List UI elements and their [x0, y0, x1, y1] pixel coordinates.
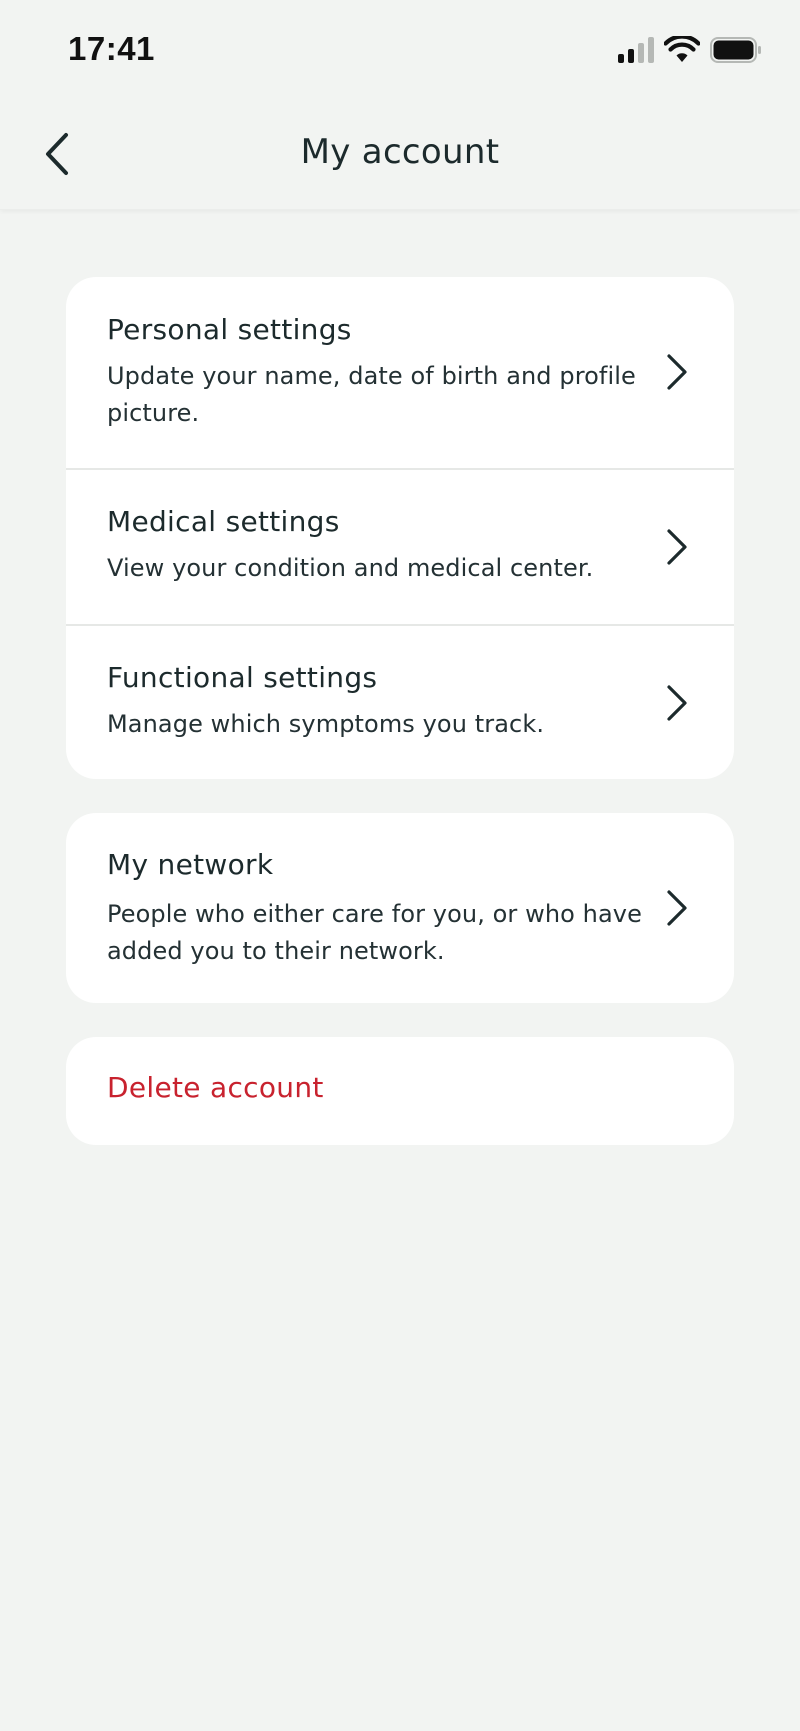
cellular-signal-icon: [618, 37, 654, 63]
chevron-right-icon: [667, 529, 687, 565]
status-icons: [618, 36, 762, 64]
row-description: View your condition and medical center.: [107, 554, 594, 582]
chevron-right-icon: [667, 354, 687, 390]
settings-card: Personal settings Update your name, date…: [66, 277, 734, 779]
row-title: Functional settings: [107, 661, 378, 694]
page-title: My account: [300, 132, 500, 172]
battery-icon: [710, 37, 761, 63]
row-title: Medical settings: [107, 505, 340, 538]
chevron-right-icon: [667, 890, 687, 926]
row-title: Personal settings: [107, 313, 352, 346]
delete-account-button[interactable]: Delete account: [107, 1071, 324, 1104]
wifi-icon: [664, 36, 700, 62]
personal-settings-row[interactable]: Personal settings Update your name, date…: [66, 277, 734, 468]
delete-account-card: Delete account: [66, 1037, 734, 1145]
row-title: My network: [107, 848, 274, 881]
functional-settings-row[interactable]: Functional settings Manage which symptom…: [66, 624, 734, 779]
my-account-screen: 17:41 My account Personal settings Updat…: [0, 0, 800, 1731]
medical-settings-row[interactable]: Medical settings View your condition and…: [66, 468, 734, 624]
status-bar: 17:41: [0, 0, 800, 100]
my-network-row[interactable]: My network People who either care for yo…: [66, 813, 734, 1003]
network-card: My network People who either care for yo…: [66, 813, 734, 1003]
row-description: Update your name, date of birth and prof…: [107, 362, 636, 427]
row-description: Manage which symptoms you track.: [107, 710, 545, 738]
chevron-right-icon: [667, 685, 687, 721]
row-description: People who either care for you, or who h…: [107, 900, 642, 965]
app-header: My account: [0, 100, 800, 210]
status-time: 17:41: [68, 30, 155, 67]
